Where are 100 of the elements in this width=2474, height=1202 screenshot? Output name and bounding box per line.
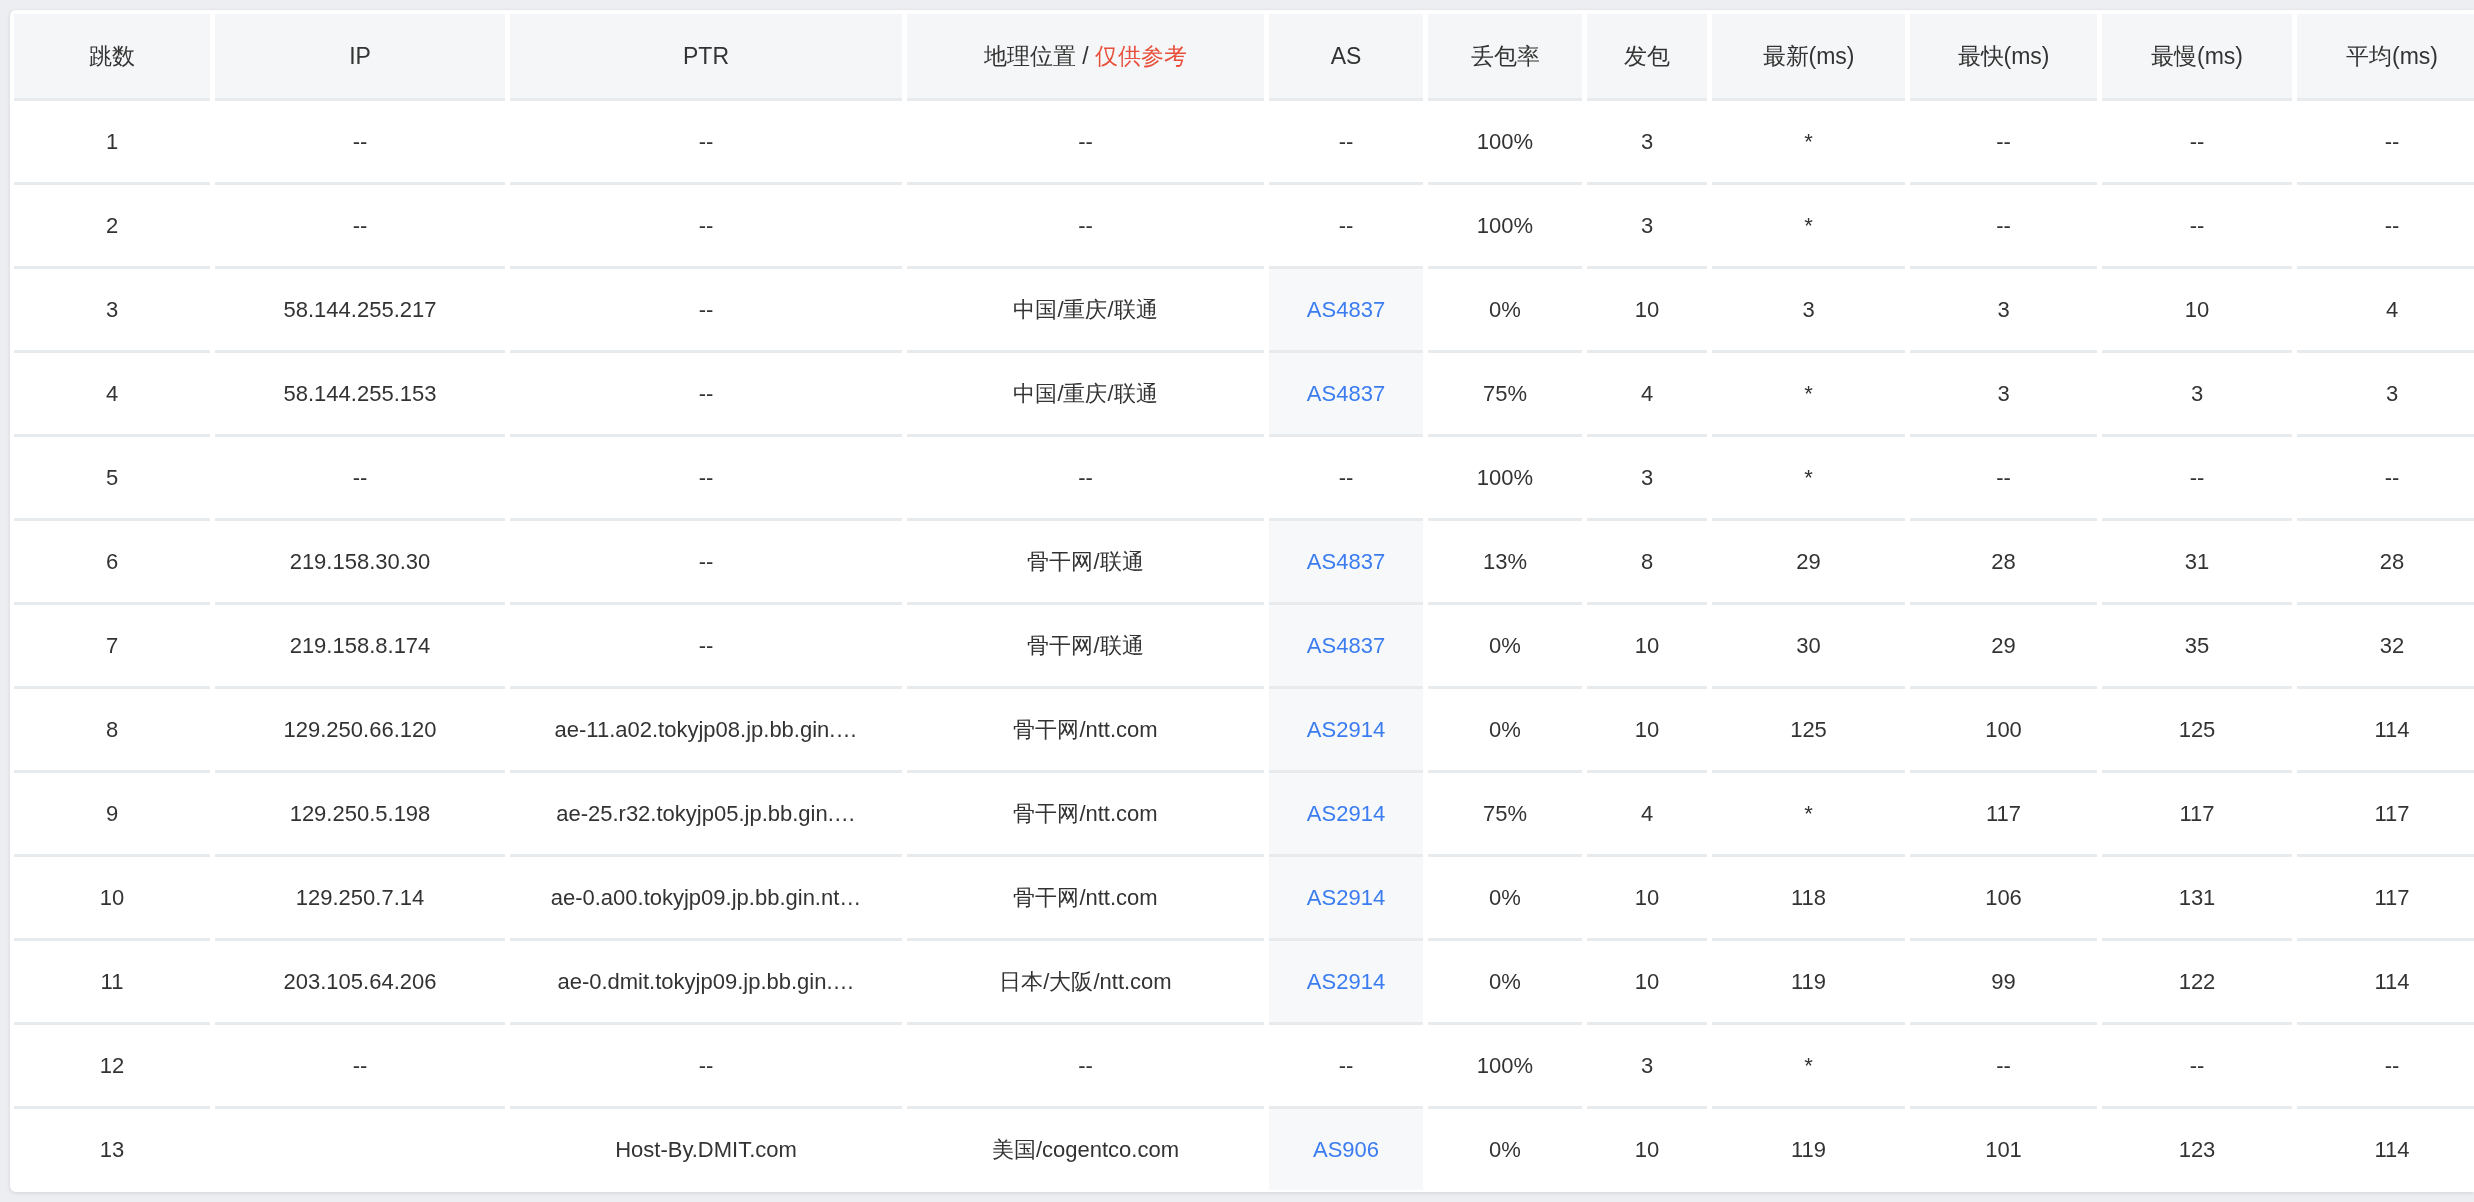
table-cell: ae-11.a02.tokyjp08.jp.bb.gin.… [510,689,902,773]
table-cell: 117 [1910,773,2097,857]
table-cell: 2 [14,185,210,269]
table-cell: * [1712,773,1905,857]
table-cell-text: 0% [1488,1135,1522,1164]
table-cell: 100% [1428,437,1582,521]
table-cell: -- [907,437,1264,521]
table-cell: -- [2297,185,2474,269]
table-cell: 骨干网/ntt.com [907,773,1264,857]
table-cell: -- [510,101,902,185]
table-cell: 29 [1910,605,2097,689]
table-cell: 3 [1910,353,2097,437]
table-cell: 8 [14,689,210,773]
as-link[interactable]: AS4837 [1306,380,1386,406]
table-cell: 119 [1712,941,1905,1025]
table-cell: -- [1910,437,2097,521]
table-cell: ae-0.dmit.tokyjp09.jp.bb.gin.… [510,941,902,1025]
table-cell-text: Host-By.DMIT.com [614,1135,798,1164]
as-link[interactable]: AS2914 [1306,716,1386,742]
table-cell: 75% [1428,353,1582,437]
table-cell: 100 [1910,689,2097,773]
table-cell: 中国/重庆/联通 [907,353,1264,437]
as-link[interactable]: AS2914 [1306,968,1386,994]
column-header: PTR [683,42,729,69]
table-cell: 3 [1587,101,1707,185]
table-cell-text: 10 [1633,1135,1661,1164]
table-cell: 31 [2102,521,2292,605]
table-cell: 4 [2297,269,2474,353]
table-cell: 219.158.30.30 [215,521,505,605]
as-link[interactable]: AS4837 [1306,296,1386,322]
table-cell: -- [510,269,902,353]
table-cell: -- [510,521,902,605]
table-cell-text: 119 [1789,1135,1828,1164]
table-cell: 114 [2297,689,2474,773]
as-link[interactable]: AS906 [1312,1136,1380,1162]
table-cell: 骨干网/联通 [907,521,1264,605]
table-cell: 131 [2102,857,2292,941]
table-cell: 125 [2102,689,2292,773]
table-cell: 118 [1712,857,1905,941]
table-cell: 129.250.5.198 [215,773,505,857]
table-cell: * [1712,185,1905,269]
table-cell: 骨干网/ntt.com [907,857,1264,941]
table-cell: 100% [1428,101,1582,185]
table-cell: 3 [1587,437,1707,521]
table-cell: 10 [1587,269,1707,353]
table-cell: -- [510,1025,902,1109]
table-cell: 3 [1712,269,1905,353]
table-cell: 11 [14,941,210,1025]
as-link[interactable]: AS2914 [1306,884,1386,910]
table-cell: 35 [2102,605,2292,689]
table-cell: 10 [14,857,210,941]
table-cell-text: 13 [98,1135,126,1164]
table-cell: -- [215,101,505,185]
disclaimer-text: 仅供参考 [1095,42,1188,69]
table-cell: 8 [1587,521,1707,605]
column-header: 地理位置 / [983,42,1089,69]
table-cell: 10 [1587,857,1707,941]
table-cell: -- [2102,185,2292,269]
column-header: 最慢(ms) [2151,42,2243,69]
table-cell: 6 [14,521,210,605]
table-cell: -- [215,1025,505,1109]
table-cell: 117 [2297,857,2474,941]
table-cell: -- [2297,437,2474,521]
table-cell: 10 [1587,605,1707,689]
table-cell: -- [1910,101,2097,185]
table-cell: 129.250.7.14 [215,857,505,941]
table-cell: * [1712,437,1905,521]
table-cell: 0% [1428,689,1582,773]
table-cell: -- [510,353,902,437]
table-cell: 219.158.8.174 [215,605,505,689]
table-cell: 10 [1587,689,1707,773]
table-cell: 106 [1910,857,2097,941]
table-cell: * [1712,353,1905,437]
table-cell: -- [907,185,1264,269]
table-cell: 129.250.66.120 [215,689,505,773]
column-header: IP [349,42,371,69]
table-cell: -- [2297,101,2474,185]
column-header: 最新(ms) [1762,42,1855,69]
table-cell: -- [2102,1025,2292,1109]
table-cell: 3 [14,269,210,353]
table-cell: 日本/大阪/ntt.com [907,941,1264,1025]
table-cell-text: 123 [2177,1135,2217,1164]
table-cell: 32 [2297,605,2474,689]
table-cell: 1 [14,101,210,185]
as-link[interactable]: AS4837 [1306,632,1386,658]
table-cell: -- [2297,1025,2474,1109]
table-cell: 117 [2297,773,2474,857]
as-link[interactable]: AS4837 [1306,548,1386,574]
table-cell: 12 [14,1025,210,1109]
table-cell: 114 [2297,941,2474,1025]
column-header: 丢包率 [1470,42,1540,69]
table-cell: -- [510,605,902,689]
table-cell: 骨干网/联通 [907,605,1264,689]
table-cell: -- [907,1025,1264,1109]
table-cell: 0% [1428,605,1582,689]
table-cell: ae-25.r32.tokyjp05.jp.bb.gin.… [510,773,902,857]
as-link[interactable]: AS2914 [1306,800,1386,826]
table-cell: 4 [1587,353,1707,437]
table-cell: 骨干网/ntt.com [907,689,1264,773]
column-header: 平均(ms) [2346,42,2438,69]
